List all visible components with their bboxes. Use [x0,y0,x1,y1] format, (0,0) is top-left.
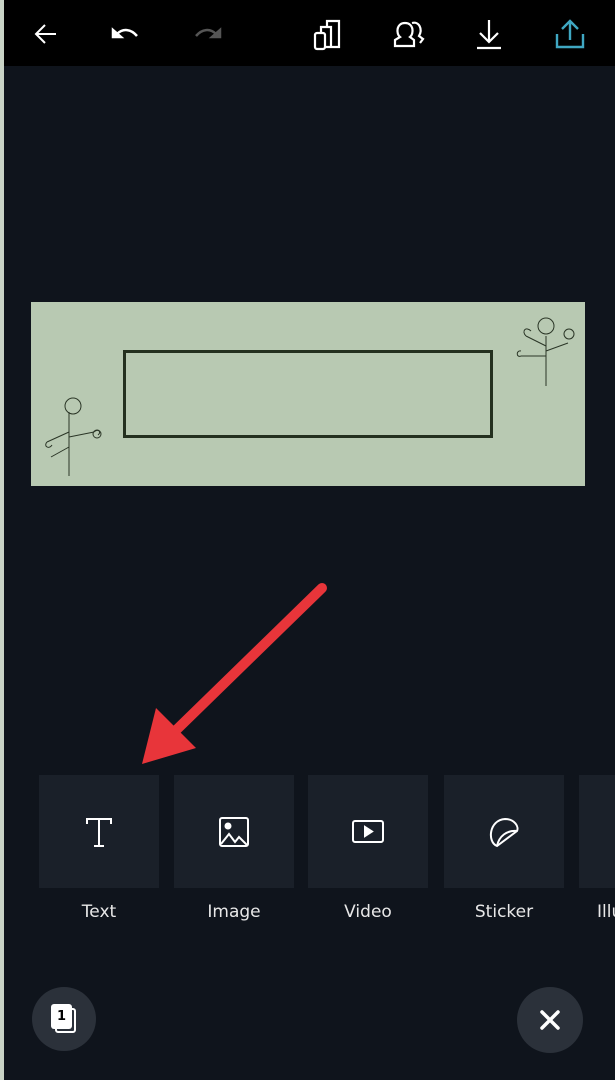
share-people-button[interactable] [389,14,429,54]
back-arrow-icon [34,24,56,44]
flower-illustration-bottom-left [45,397,102,476]
undo-icon [111,27,138,39]
pages-button[interactable]: 1 [32,987,96,1051]
element-label-image: Image [207,902,261,922]
video-icon [352,819,384,843]
resize-icon [313,19,341,51]
resize-button[interactable] [308,14,348,54]
top-toolbar [4,0,615,66]
redo-icon [195,27,222,39]
close-button[interactable] [517,987,583,1053]
element-tile-text[interactable] [39,775,159,888]
download-button[interactable] [469,14,509,54]
sticker-icon [489,817,519,847]
text-icon [86,817,112,847]
rectangle-frame[interactable] [123,350,493,438]
flower-illustration-top-right [516,317,575,386]
element-tile-video[interactable] [308,775,428,888]
red-annotation-arrow [142,583,327,764]
download-icon [477,20,501,50]
page-count: 1 [51,1004,72,1029]
redo-button[interactable] [187,14,227,54]
pages-icon: 1 [51,1004,77,1034]
element-label-video: Video [344,902,392,922]
publish-button[interactable] [550,14,590,54]
editor-app: Text Image Video Sticker Illu 1 [4,0,615,1080]
element-label-illustration: Illu [597,902,615,922]
undo-button[interactable] [106,14,146,54]
close-icon [540,1010,560,1030]
design-canvas[interactable] [31,302,585,486]
element-tile-illustration[interactable] [579,775,615,888]
element-label-text: Text [81,902,117,922]
share-people-icon [393,21,425,48]
element-tile-image[interactable] [174,775,294,888]
back-button[interactable] [26,14,66,54]
image-icon [219,816,249,847]
element-tile-sticker[interactable] [444,775,564,888]
publish-icon [555,19,585,49]
element-label-sticker: Sticker [474,902,534,922]
